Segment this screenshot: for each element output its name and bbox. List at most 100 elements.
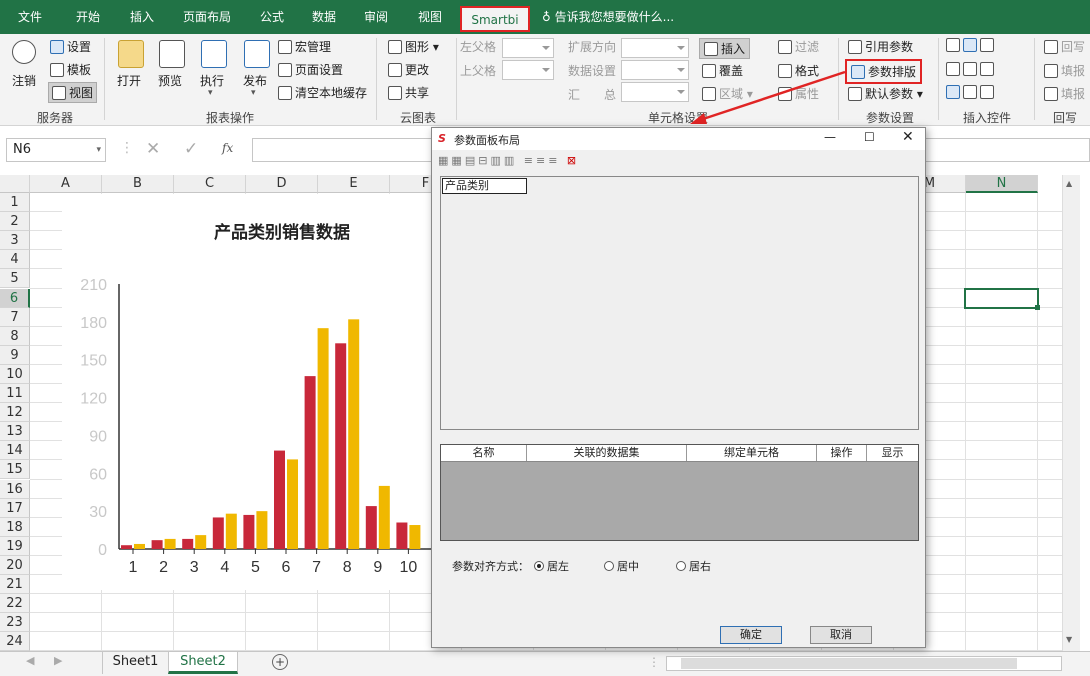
- check-icon[interactable]: ✓: [184, 139, 198, 159]
- ref-param-button[interactable]: 引用参数: [848, 38, 913, 55]
- column-header-b[interactable]: B: [102, 175, 174, 193]
- row-header-16[interactable]: 16: [0, 479, 30, 499]
- control-icon-row[interactable]: [946, 62, 997, 76]
- horizontal-scrollbar[interactable]: [666, 656, 1062, 671]
- add-sheet-icon[interactable]: +: [272, 654, 288, 670]
- grid-add-icon[interactable]: ▦: [438, 154, 451, 167]
- layout-canvas[interactable]: 产品类别: [440, 176, 919, 430]
- fx-icon[interactable]: fx: [222, 141, 233, 155]
- scroll-right-icon[interactable]: ▶: [54, 654, 62, 667]
- delete-icon[interactable]: ⊠: [567, 154, 579, 167]
- format-button[interactable]: 格式: [778, 62, 819, 79]
- column-header-a[interactable]: A: [30, 175, 102, 193]
- row-header-3[interactable]: 3: [0, 231, 30, 251]
- row-header-14[interactable]: 14: [0, 441, 30, 461]
- filter-button[interactable]: 过滤: [778, 38, 819, 55]
- publish-button[interactable]: 发布: [243, 72, 267, 89]
- select-all-corner[interactable]: [0, 175, 30, 193]
- execute-button[interactable]: 执行: [200, 72, 224, 89]
- align-left-icon[interactable]: ≡: [524, 154, 536, 167]
- param-table[interactable]: 名称 关联的数据集 绑定单元格 操作 显示: [440, 444, 919, 541]
- row-icon[interactable]: ▥: [504, 154, 517, 167]
- align-right-icon[interactable]: ≡: [548, 154, 560, 167]
- name-box[interactable]: N6 ▾: [6, 138, 106, 162]
- fill-button-2[interactable]: 填报: [1044, 85, 1085, 102]
- grid-row-icon[interactable]: ▦: [451, 154, 464, 167]
- default-param-button[interactable]: 默认参数 ▾: [848, 85, 923, 102]
- clear-cache-button[interactable]: 清空本地缓存: [278, 84, 367, 101]
- scroll-up-icon[interactable]: ▲: [1066, 179, 1072, 188]
- maximize-icon[interactable]: ☐: [864, 130, 875, 144]
- update-button[interactable]: 更改: [388, 61, 429, 78]
- row-header-5[interactable]: 5: [0, 269, 30, 289]
- preview-button[interactable]: 预览: [158, 72, 182, 89]
- row-header-22[interactable]: 22: [0, 594, 30, 614]
- tab-page-layout[interactable]: 页面布局: [176, 0, 238, 34]
- row-header-21[interactable]: 21: [0, 575, 30, 595]
- tell-me-box[interactable]: ♁ 告诉我您想要做什么...: [542, 0, 692, 34]
- expand-direction-select[interactable]: [621, 38, 689, 58]
- row-header-20[interactable]: 20: [0, 555, 30, 575]
- overwrite-button[interactable]: 覆盖: [702, 62, 743, 79]
- scroll-left-icon[interactable]: ◀: [26, 654, 34, 667]
- radio-align-center[interactable]: 居中: [604, 558, 639, 574]
- column-header-c[interactable]: C: [174, 175, 246, 193]
- radio-align-left[interactable]: 居左: [534, 558, 569, 574]
- column-icon[interactable]: ▥: [490, 154, 503, 167]
- radio-align-right[interactable]: 居右: [676, 558, 711, 574]
- tab-data[interactable]: 数据: [302, 0, 346, 34]
- chevron-down-icon[interactable]: ▾: [96, 139, 101, 161]
- macro-button[interactable]: 宏管理: [278, 38, 331, 55]
- row-header-19[interactable]: 19: [0, 536, 30, 556]
- row-header-11[interactable]: 11: [0, 384, 30, 404]
- top-parent-select[interactable]: [502, 60, 554, 80]
- open-button[interactable]: 打开: [117, 72, 141, 89]
- ok-button[interactable]: 确定: [720, 626, 782, 644]
- control-icon-row[interactable]: [946, 38, 997, 52]
- row-header-13[interactable]: 13: [0, 422, 30, 442]
- tab-formulas[interactable]: 公式: [250, 0, 294, 34]
- cancel-icon[interactable]: ✕: [146, 139, 160, 159]
- row-header-12[interactable]: 12: [0, 403, 30, 423]
- page-setup-button[interactable]: 页面设置: [278, 61, 343, 78]
- row-header-24[interactable]: 24: [0, 632, 30, 651]
- row-header-15[interactable]: 15: [0, 460, 30, 480]
- chart-button[interactable]: 图形 ▾: [388, 38, 439, 55]
- column-header-d[interactable]: D: [246, 175, 318, 193]
- data-settings-select[interactable]: [621, 60, 689, 80]
- settings-button[interactable]: 设置: [50, 38, 91, 55]
- tab-view[interactable]: 视图: [408, 0, 452, 34]
- logout-button[interactable]: 注销: [12, 72, 36, 89]
- row-header-10[interactable]: 10: [0, 364, 30, 384]
- chevron-down-icon[interactable]: ▾: [251, 88, 256, 98]
- sheet-tab-sheet1[interactable]: Sheet1: [102, 652, 168, 674]
- tab-home[interactable]: 开始: [64, 0, 112, 34]
- view-button[interactable]: 视图: [48, 82, 98, 103]
- align-center-icon[interactable]: ≡: [536, 154, 548, 167]
- row-header-17[interactable]: 17: [0, 498, 30, 518]
- scroll-down-icon[interactable]: ▼: [1066, 635, 1072, 644]
- region-button[interactable]: 区域 ▾: [702, 85, 753, 102]
- merge-icon[interactable]: ▤: [465, 154, 478, 167]
- property-button[interactable]: 属性: [778, 85, 819, 102]
- control-icon-row[interactable]: [946, 85, 997, 99]
- writeback-button[interactable]: 回写: [1044, 38, 1085, 55]
- chart-area[interactable]: 产品类别销售数据 0 30 60 90 120 150 180 210 1 2 3 4 5 6 7 8 9 10: [62, 194, 432, 590]
- selected-cell-n6[interactable]: [964, 288, 1039, 309]
- tab-review[interactable]: 审阅: [354, 0, 398, 34]
- layout-cell-product-category[interactable]: 产品类别: [442, 178, 527, 194]
- tab-smartbi[interactable]: Smartbi: [460, 6, 530, 32]
- vertical-scrollbar[interactable]: ▲ ▼: [1062, 175, 1080, 651]
- row-header-18[interactable]: 18: [0, 517, 30, 537]
- close-icon[interactable]: ✕: [902, 129, 914, 145]
- chevron-down-icon[interactable]: ▾: [208, 88, 213, 98]
- cancel-button[interactable]: 取消: [810, 626, 872, 644]
- fill-handle[interactable]: [1035, 305, 1040, 310]
- split-icon[interactable]: ⊟: [478, 154, 490, 167]
- row-header-1[interactable]: 1: [0, 193, 30, 213]
- summary-select[interactable]: [621, 82, 689, 102]
- tab-insert[interactable]: 插入: [118, 0, 166, 34]
- row-header-6[interactable]: 6: [0, 288, 30, 308]
- insert-button[interactable]: 插入: [699, 38, 751, 59]
- row-header-4[interactable]: 4: [0, 250, 30, 270]
